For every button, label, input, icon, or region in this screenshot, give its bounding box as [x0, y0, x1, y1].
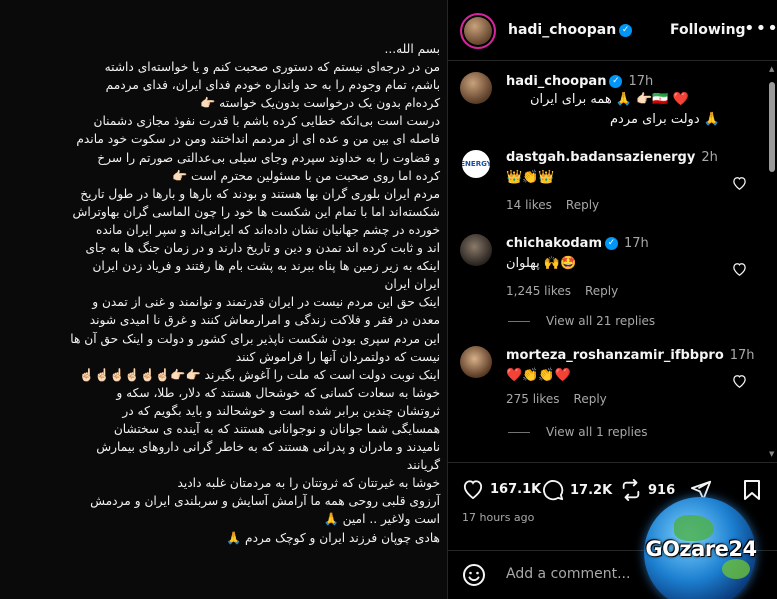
comment-avatar[interactable]: ENERGY — [460, 148, 492, 180]
caption-time[interactable]: 17h — [628, 74, 653, 89]
comment-text: 👑👏👑 — [506, 170, 555, 185]
likes-count[interactable]: 167.1K — [490, 482, 541, 497]
comment-username[interactable]: chichakodam — [506, 236, 602, 251]
comment-bubble-icon — [543, 480, 564, 501]
emoji-smiley-icon[interactable] — [462, 563, 486, 591]
comment-likes[interactable]: 14 likes — [506, 198, 552, 212]
scroll-up-arrow-icon[interactable]: ▲ — [769, 65, 774, 73]
comment-text: پهلوان 🙌🤩 — [506, 256, 577, 271]
more-options-icon[interactable]: ••• — [744, 18, 777, 39]
scroll-down-arrow-icon[interactable]: ▼ — [769, 450, 774, 458]
profile-avatar[interactable] — [460, 13, 496, 49]
reply-button[interactable]: Reply — [566, 198, 599, 212]
replies-divider — [508, 321, 530, 322]
caption-username[interactable]: hadi_choopan — [506, 74, 606, 89]
comment-avatar[interactable] — [460, 234, 492, 266]
comments-count[interactable]: 17.2K — [570, 483, 612, 498]
view-replies-button[interactable]: View all 21 replies — [508, 314, 655, 328]
watermark-text: GOzare24 — [645, 537, 757, 561]
post-time-ago[interactable]: 17 hours ago — [462, 511, 534, 524]
like-button[interactable]: 167.1K — [462, 479, 541, 499]
comment-time: 17h — [729, 348, 755, 363]
comment-likes[interactable]: 1,245 likes — [506, 284, 571, 298]
comment-text: ❤️👏👏❤️ — [506, 368, 571, 383]
add-comment-input[interactable] — [506, 563, 636, 585]
heart-icon — [463, 480, 483, 499]
view-replies-button[interactable]: View all 1 replies — [508, 425, 648, 439]
caption-line-2: 🙏 دولت برای مردم — [610, 112, 720, 127]
comment-username[interactable]: dastgah.badansazienergy — [506, 150, 695, 165]
watermark-logo: GOzare24 — [632, 497, 770, 599]
header-username[interactable]: hadi_choopan ✓ — [508, 22, 633, 38]
caption-avatar[interactable] — [460, 72, 492, 104]
comment-button[interactable]: 17.2K — [542, 479, 612, 501]
like-heart-icon[interactable] — [732, 262, 747, 280]
replies-divider — [508, 432, 530, 433]
following-button[interactable]: Following — [670, 22, 746, 38]
comment-username[interactable]: morteza_roshanzamir_ifbbpro — [506, 348, 724, 363]
reply-button[interactable]: Reply — [574, 392, 607, 406]
post-image[interactable]: بسم الله... من در درجه‌ای نیستم که دستور… — [0, 0, 447, 599]
reply-button[interactable]: Reply — [585, 284, 618, 298]
comment-time: 2h — [701, 150, 718, 165]
like-heart-icon[interactable] — [732, 176, 747, 194]
verified-badge-icon: ✓ — [609, 75, 623, 88]
post-header: hadi_choopan ✓ Following ••• — [448, 0, 777, 61]
comments-scrollbar[interactable]: ▲ ▼ — [769, 62, 776, 460]
comment-time: 17h — [624, 236, 649, 251]
caption-line-1: ❤️ 🇮🇷👉🏻 🙏 همه برای ایران — [530, 92, 689, 107]
verified-badge-icon: ✓ — [605, 237, 619, 250]
like-heart-icon[interactable] — [732, 374, 747, 392]
comment-avatar[interactable] — [460, 346, 492, 378]
verified-badge-icon: ✓ — [619, 23, 633, 37]
scrollbar-thumb[interactable] — [769, 82, 775, 172]
reposts-count[interactable]: 916 — [648, 483, 675, 498]
comments-list[interactable]: hadi_choopan ✓ 17h ❤️ 🇮🇷👉🏻 🙏 همه برای ایرا… — [448, 62, 766, 460]
comment-likes[interactable]: 275 likes — [506, 392, 560, 406]
post-caption-text: بسم الله... من در درجه‌ای نیستم که دستور… — [70, 42, 440, 545]
